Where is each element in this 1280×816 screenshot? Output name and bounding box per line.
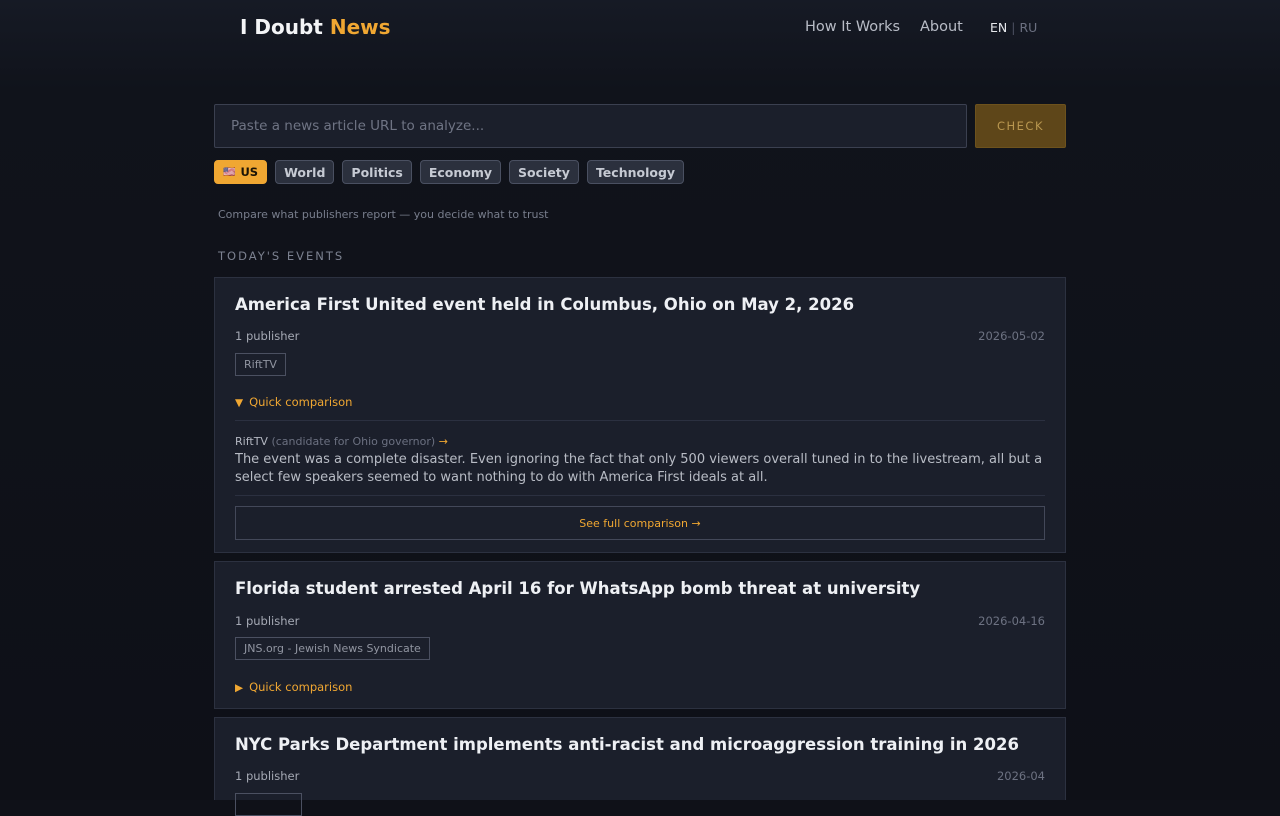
publisher-count: 1 publisher bbox=[235, 614, 300, 628]
quote-source-name: RiftTV bbox=[235, 435, 268, 448]
language-switcher: EN | RU bbox=[990, 20, 1037, 35]
lang-ru[interactable]: RU bbox=[1019, 20, 1037, 35]
event-card: NYC Parks Department implements anti-rac… bbox=[214, 717, 1066, 816]
divider bbox=[235, 420, 1045, 421]
nav-about[interactable]: About bbox=[920, 19, 963, 35]
lang-en[interactable]: EN bbox=[990, 20, 1007, 35]
see-full-comparison-button[interactable]: See full comparison → bbox=[235, 506, 1045, 540]
category-chip-society[interactable]: Society bbox=[509, 160, 579, 184]
divider bbox=[235, 495, 1045, 496]
quick-comparison-toggle[interactable]: ▶ Quick comparison bbox=[235, 680, 352, 694]
caret-right-icon: ▶ bbox=[235, 682, 244, 694]
event-title[interactable]: NYC Parks Department implements anti-rac… bbox=[235, 735, 1019, 754]
caret-down-icon: ▼ bbox=[235, 397, 244, 409]
quote-text: The event was a complete disaster. Even … bbox=[235, 452, 1043, 485]
category-chip-world[interactable]: World bbox=[275, 160, 335, 184]
quote-source-role: (candidate for Ohio governor) bbox=[271, 435, 436, 448]
quick-comparison-toggle[interactable]: ▼ Quick comparison bbox=[235, 395, 352, 409]
quote-source: RiftTV (candidate for Ohio governor) → bbox=[235, 435, 448, 448]
section-title: TODAY'S EVENTS bbox=[218, 249, 345, 263]
category-chip-politics[interactable]: Politics bbox=[342, 160, 412, 184]
arrow-right-icon[interactable]: → bbox=[439, 435, 448, 448]
event-title[interactable]: America First United event held in Colum… bbox=[235, 295, 854, 314]
brand-logo[interactable]: I Doubt News bbox=[240, 15, 391, 39]
tagline: Compare what publishers report — you dec… bbox=[218, 208, 549, 221]
event-date: 2026-04-16 bbox=[978, 614, 1045, 628]
publisher-tag[interactable]: RiftTV bbox=[235, 353, 286, 376]
publisher-tag[interactable]: JNS.org - Jewish News Syndicate bbox=[235, 637, 430, 660]
category-chip-technology[interactable]: Technology bbox=[586, 160, 685, 184]
check-button[interactable]: CHECK bbox=[975, 104, 1066, 148]
publisher-tag[interactable] bbox=[235, 793, 302, 816]
url-input[interactable] bbox=[214, 104, 967, 148]
event-date: 2026-05-02 bbox=[978, 329, 1045, 343]
brand-name-accent: News bbox=[329, 15, 391, 39]
quick-comparison-label: Quick comparison bbox=[249, 395, 353, 409]
us-flag-icon: 🇺🇸 bbox=[223, 166, 236, 178]
event-card: America First United event held in Colum… bbox=[214, 277, 1066, 553]
category-chip-economy[interactable]: Economy bbox=[419, 160, 502, 184]
category-filters: 🇺🇸 US World Politics Economy Society Tech… bbox=[214, 160, 685, 184]
category-chip-us[interactable]: 🇺🇸 US bbox=[214, 160, 268, 184]
quick-comparison-label: Quick comparison bbox=[249, 680, 353, 694]
top-bar: I Doubt News How It Works About EN | RU bbox=[0, 0, 1280, 56]
publisher-count: 1 publisher bbox=[235, 329, 300, 343]
nav-how-it-works[interactable]: How It Works bbox=[805, 19, 900, 35]
event-card: Florida student arrested April 16 for Wh… bbox=[214, 561, 1066, 709]
category-label: US bbox=[240, 165, 259, 179]
brand-name: I Doubt bbox=[240, 15, 330, 39]
event-title[interactable]: Florida student arrested April 16 for Wh… bbox=[235, 579, 920, 598]
publisher-count: 1 publisher bbox=[235, 769, 300, 783]
event-date: 2026-04 bbox=[996, 769, 1045, 783]
lang-separator: | bbox=[1011, 20, 1016, 35]
